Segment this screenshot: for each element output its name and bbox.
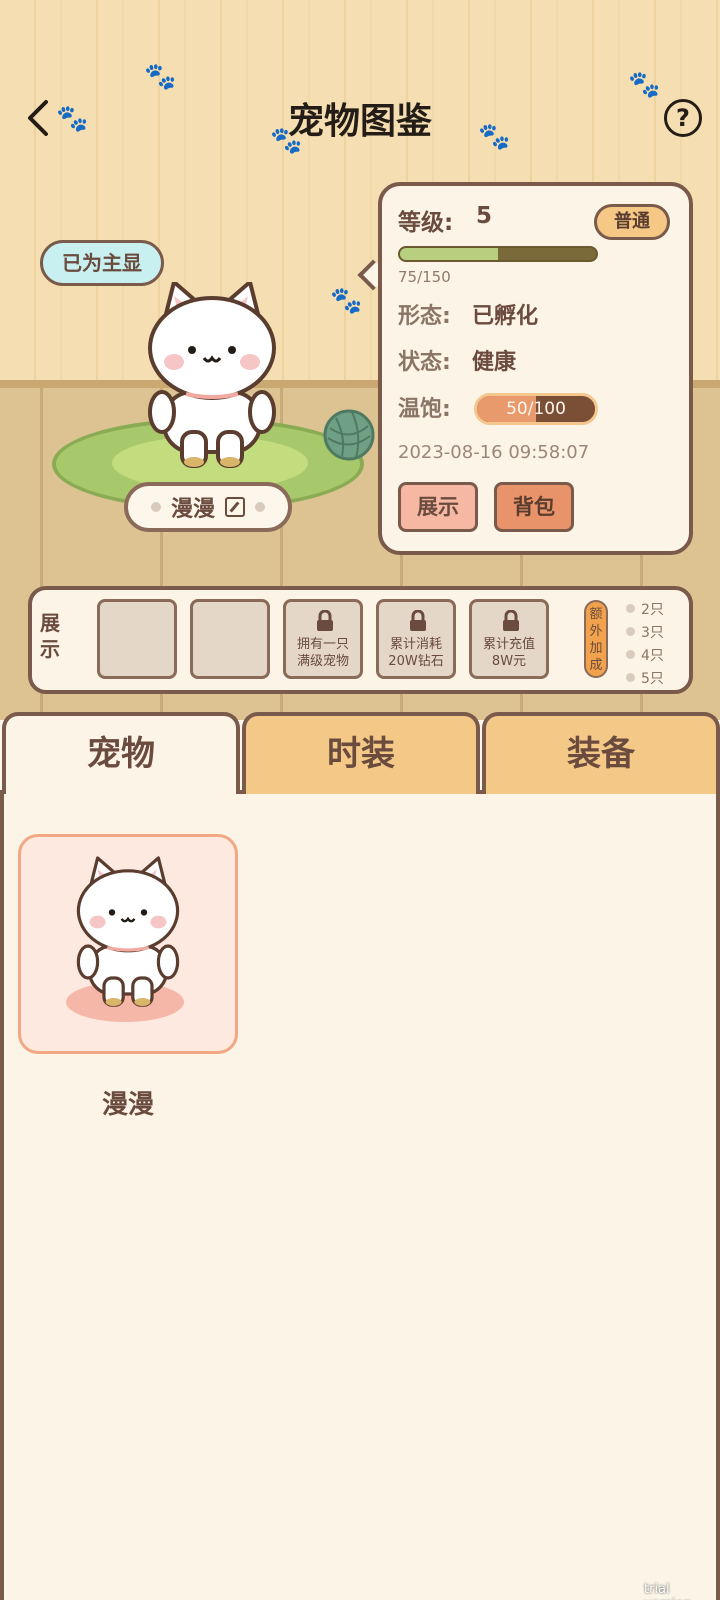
display-label: 展示 — [40, 611, 60, 661]
display-slot-locked[interactable]: 累计充值 8W元 — [469, 599, 549, 679]
unlock-condition-line: 累计消耗 — [389, 637, 442, 652]
bonus-level-item: 5只 — [626, 666, 664, 689]
bonus-level-item: 2只 — [626, 597, 664, 620]
tab-outfits[interactable]: 时装 — [242, 712, 480, 794]
show-button[interactable]: 展示 — [398, 482, 478, 532]
tab-equipment[interactable]: 装备 — [482, 712, 720, 794]
main-display-badge: 已为主显 — [40, 240, 164, 286]
help-button[interactable]: ? — [664, 99, 702, 137]
satiety-label: 温饱: — [398, 397, 451, 422]
bonus-tag[interactable]: 额外加成 — [584, 600, 608, 678]
edit-icon[interactable] — [225, 497, 245, 517]
bonus-level-text: 2只 — [641, 601, 664, 618]
experience-bar — [398, 246, 598, 262]
display-slot-locked[interactable]: 拥有一只 满级宠物 — [283, 599, 363, 679]
display-slot-empty[interactable] — [97, 599, 177, 679]
unlock-condition: 累计充值 8W元 — [472, 636, 546, 670]
unlock-condition-line: 满级宠物 — [296, 654, 349, 669]
page-title: 宠物图鉴 — [287, 101, 432, 142]
level-value: 5 — [476, 203, 493, 229]
question-mark-icon: ? — [676, 104, 690, 132]
bonus-level-text: 5只 — [641, 670, 664, 687]
paw-print-icon: 🐾 — [330, 286, 363, 316]
display-slot-empty[interactable] — [190, 599, 270, 679]
paw-print-icon: 🐾 — [144, 62, 177, 92]
pet-name-pill[interactable]: 漫漫 — [124, 482, 292, 532]
experience-text: 75/150 — [398, 268, 451, 286]
decorative-dot — [255, 502, 265, 512]
experience-bar-fill — [400, 248, 498, 260]
lock-icon — [317, 610, 333, 631]
unlock-condition-line: 累计充值 — [482, 637, 535, 652]
bag-button[interactable]: 背包 — [494, 482, 574, 532]
unlock-condition-line: 拥有一只 — [296, 637, 349, 652]
unlock-condition: 拥有一只 满级宠物 — [286, 636, 360, 670]
yarn-ball-icon — [323, 409, 375, 461]
decorative-dot — [150, 502, 161, 512]
lock-icon — [503, 610, 519, 631]
unlock-condition-line: 8W元 — [491, 654, 527, 669]
rarity-badge: 普通 — [594, 204, 670, 240]
display-slot-locked[interactable]: 累计消耗 20W钻石 — [376, 599, 456, 679]
cat-pet-thumbnail[interactable] — [72, 854, 184, 1014]
status-label: 状态: — [398, 350, 451, 375]
bonus-level-item: 3只 — [626, 620, 664, 643]
pet-list-name: 漫漫 — [101, 1090, 154, 1120]
form-value: 已孵化 — [472, 304, 539, 329]
timestamp: 2023-08-16 09:58:07 — [398, 442, 590, 463]
unlock-condition: 累计消耗 20W钻石 — [379, 636, 453, 670]
bonus-level-text: 3只 — [641, 624, 664, 641]
bonus-level-item: 4只 — [626, 643, 664, 666]
lock-icon — [410, 610, 426, 631]
unlock-condition-line: 20W钻石 — [388, 654, 444, 669]
form-label: 形态: — [398, 304, 451, 329]
bonus-level-list: 2只 3只 4只 5只 — [626, 597, 664, 689]
bonus-level-text: 4只 — [641, 647, 664, 664]
status-value: 健康 — [472, 350, 517, 375]
pet-name: 漫漫 — [170, 497, 215, 522]
cat-pet-illustration[interactable] — [142, 282, 282, 472]
watermark: trial version — [644, 1582, 692, 1600]
satiety-text: 50/100 — [506, 399, 566, 419]
tab-pets[interactable]: 宠物 — [2, 712, 240, 794]
level-label: 等级: — [398, 210, 454, 236]
